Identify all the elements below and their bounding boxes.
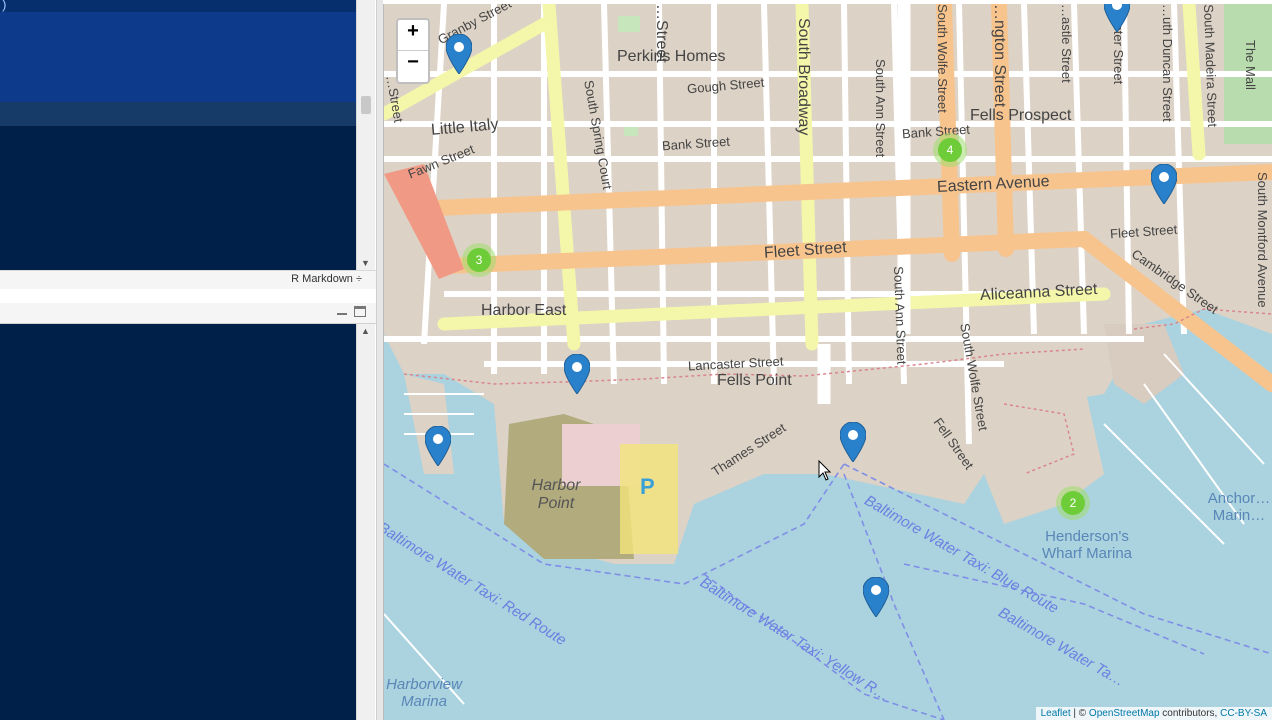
scroll-up-arrow-icon[interactable]: ▲ [361, 326, 370, 336]
leaflet-link[interactable]: Leaflet [1041, 708, 1071, 719]
marker-cluster[interactable]: 4 [933, 133, 967, 167]
label-harbor-east: Harbor East [481, 302, 567, 319]
green-patch [618, 16, 640, 32]
zoom-out-button[interactable]: − [398, 51, 428, 81]
mouse-cursor-icon [818, 460, 832, 481]
map-marker-icon[interactable] [840, 422, 866, 462]
cluster-count: 3 [467, 248, 491, 272]
attribution-separator: | © [1070, 708, 1089, 719]
ide-left-panes: ) ▼ R Markdown ÷ ▲ [0, 0, 376, 720]
openstreetmap-link[interactable]: OpenStreetMap [1089, 708, 1160, 719]
editor-code-fragment: ) [0, 0, 8, 13]
document-mode-selector[interactable]: R Markdown ÷ [291, 273, 362, 285]
editor-line-band [0, 0, 356, 12]
map-marker-icon[interactable] [863, 577, 889, 617]
zoom-control: + − [396, 18, 430, 84]
label-street-top: …Street [653, 4, 670, 63]
label-duncan-street: …uth Duncan Street [1160, 4, 1175, 122]
map-marker-icon[interactable] [446, 34, 472, 74]
console-pane[interactable] [0, 324, 356, 720]
cluster-count: 4 [938, 138, 962, 162]
map-attribution: Leaflet | © OpenStreetMap contributors, … [1035, 707, 1272, 720]
map-marker-icon[interactable] [425, 426, 451, 466]
label-washington-street: …ngton Street [991, 4, 1008, 108]
label-harbor-point: Harbor Point [531, 477, 581, 512]
map-marker-icon[interactable] [1151, 164, 1177, 204]
label-anchorage-marina: Anchor… Marin… [1207, 490, 1271, 524]
editor-selection [0, 12, 356, 102]
scroll-down-arrow-icon[interactable]: ▼ [361, 258, 370, 268]
label-hendersons-wharf-marina: Henderson's Wharf Marina [1041, 528, 1133, 562]
editor-current-line [0, 102, 356, 126]
editor-scrollbar[interactable]: ▼ [356, 0, 375, 270]
label-perkins-homes: Perkins Homes [617, 48, 726, 65]
marker-cluster[interactable]: 2 [1056, 486, 1090, 520]
label-the-mall: The Mall [1243, 40, 1258, 90]
marker-cluster[interactable]: 3 [462, 243, 496, 277]
zoom-in-button[interactable]: + [398, 20, 428, 51]
parking-icon: P [640, 474, 655, 499]
minimize-pane-icon[interactable] [336, 306, 348, 317]
source-editor[interactable]: ) [0, 0, 356, 270]
label-fells-prospect: Fells Prospect [970, 107, 1072, 124]
console-scrollbar[interactable]: ▲ [356, 324, 375, 720]
cluster-count: 2 [1061, 491, 1085, 515]
pane-splitter[interactable] [0, 289, 376, 303]
label-fells-point: Fells Point [717, 372, 792, 389]
label-castle-street: …astle Street [1059, 4, 1074, 83]
leaflet-map[interactable]: Perkins Homes Gough Street Little Italy … [383, 4, 1272, 720]
label-south-wolfe-street: South Wolfe Street [935, 4, 950, 113]
map-marker-icon[interactable] [564, 354, 590, 394]
editor-scrollbar-thumb[interactable] [361, 96, 371, 114]
maximize-pane-icon[interactable] [354, 306, 366, 317]
attribution-contributors: contributors, [1159, 708, 1221, 719]
label-south-ann-street: South Ann Street [873, 59, 888, 158]
label-montford-avenue: South Montford Avenue [1255, 172, 1270, 308]
label-south-broadway: South Broadway [795, 18, 812, 136]
license-link[interactable]: CC-BY-SA [1220, 708, 1267, 719]
console-header [0, 303, 376, 324]
vertical-splitter[interactable] [376, 0, 383, 720]
editor-status-bar: R Markdown ÷ [0, 270, 376, 290]
label-harborview-marina: Harborview Marina [386, 676, 462, 710]
map-marker-icon[interactable] [1104, 4, 1130, 32]
